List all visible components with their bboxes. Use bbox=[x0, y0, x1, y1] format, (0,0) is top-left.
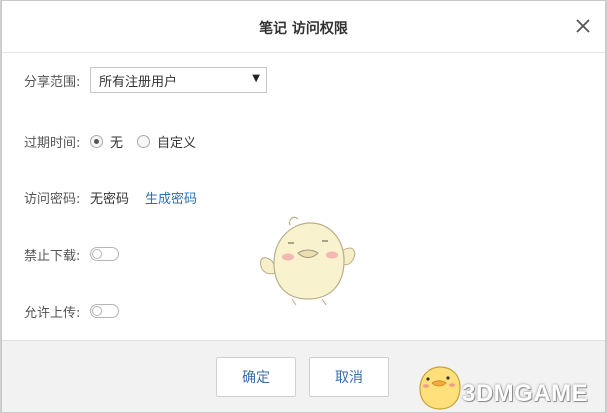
toggle-knob bbox=[92, 249, 102, 259]
allow-upload-label: 允许上传: bbox=[24, 305, 81, 321]
dialog-title: 笔记 访问权限 bbox=[259, 21, 348, 37]
expire-label: 过期时间: bbox=[24, 135, 81, 151]
cancel-button[interactable]: 取消 bbox=[309, 357, 389, 397]
password-value: 无密码 bbox=[90, 191, 130, 207]
password-row: 访问密码: 无密码 生成密码 bbox=[24, 183, 197, 211]
toggle-knob bbox=[92, 306, 102, 316]
radio-unselected-icon[interactable] bbox=[137, 134, 151, 148]
confirm-button[interactable]: 确定 bbox=[216, 357, 296, 397]
generate-password-link[interactable]: 生成密码 bbox=[145, 188, 197, 207]
share-scope-row: 分享范围: 所有注册用户 ▼ bbox=[24, 66, 267, 94]
chick-mascot-icon bbox=[259, 216, 356, 306]
watermark-logo-text: 3DMGAME bbox=[462, 380, 589, 407]
access-permission-dialog: 笔记 访问权限 分享范围: 所有注册用户 ▼ 过期时间: 无 自定义 访问密码:… bbox=[1, 0, 606, 413]
allow-upload-row: 允许上传: bbox=[24, 297, 119, 325]
expire-option-custom[interactable]: 自定义 bbox=[137, 132, 196, 151]
share-scope-label: 分享范围: bbox=[24, 74, 81, 90]
dialog-header: 笔记 访问权限 bbox=[2, 1, 605, 53]
expire-option-none-label: 无 bbox=[110, 135, 124, 151]
expire-option-none[interactable]: 无 bbox=[90, 132, 123, 151]
allow-upload-toggle[interactable] bbox=[90, 304, 119, 318]
disable-download-row: 禁止下载: bbox=[24, 240, 119, 268]
watermark-chick-icon bbox=[419, 366, 461, 410]
expire-option-custom-label: 自定义 bbox=[157, 135, 197, 151]
dialog-body: 分享范围: 所有注册用户 ▼ 过期时间: 无 自定义 访问密码: 无密码 生成密… bbox=[2, 53, 605, 339]
dropdown-arrow-icon: ▼ bbox=[252, 73, 260, 84]
password-label: 访问密码: bbox=[24, 191, 81, 207]
disable-download-label: 禁止下载: bbox=[24, 248, 81, 264]
disable-download-toggle[interactable] bbox=[90, 247, 119, 261]
close-icon[interactable] bbox=[571, 14, 595, 38]
expire-row: 过期时间: 无 自定义 bbox=[24, 127, 210, 155]
radio-selected-icon[interactable] bbox=[90, 134, 103, 148]
share-scope-select[interactable]: 所有注册用户 ▼ bbox=[90, 67, 267, 93]
share-scope-value: 所有注册用户 bbox=[99, 74, 178, 90]
